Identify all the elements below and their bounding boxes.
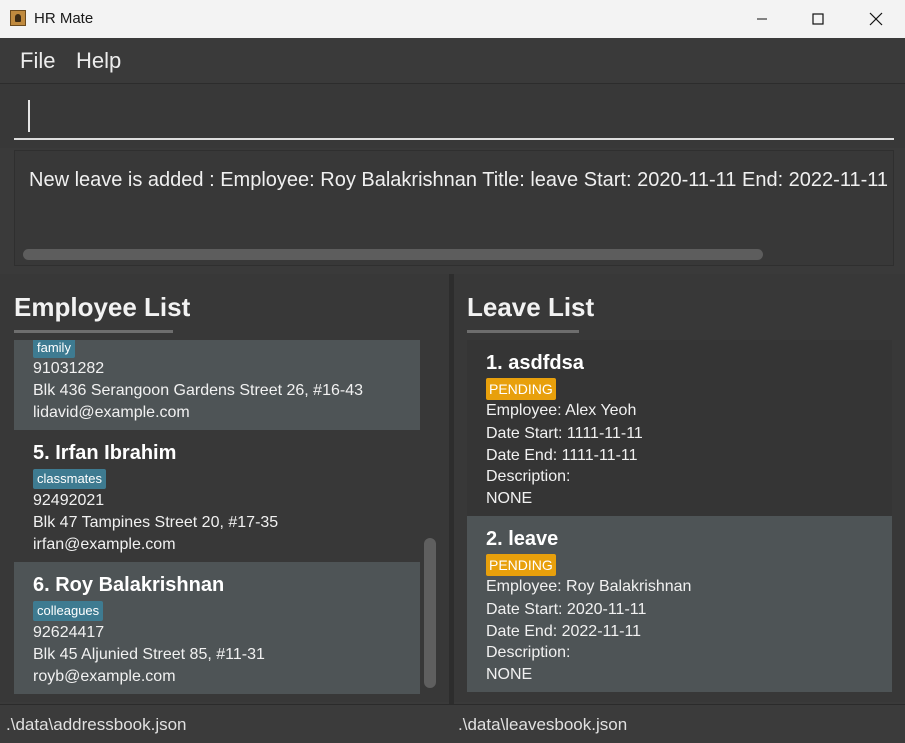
employee-list-scrollbar[interactable] bbox=[424, 538, 436, 688]
employee-phone: 91031282 bbox=[33, 360, 105, 377]
employee-tag: classmates bbox=[33, 469, 107, 489]
status-bar: .\data\addressbook.json .\data\leavesboo… bbox=[0, 704, 905, 743]
command-area bbox=[0, 83, 905, 148]
close-icon bbox=[869, 12, 883, 26]
menu-file[interactable]: File bbox=[20, 48, 55, 74]
employee-list-title: Employee List bbox=[14, 292, 191, 322]
menu-help[interactable]: Help bbox=[76, 48, 121, 74]
minimize-icon bbox=[757, 18, 767, 20]
minimize-button[interactable] bbox=[732, 0, 792, 38]
leave-card[interactable]: 2. leave PENDING Employee: Roy Balakrish… bbox=[467, 516, 892, 692]
app-icon bbox=[10, 10, 26, 26]
result-message: New leave is added : Employee: Roy Balak… bbox=[29, 169, 894, 191]
leave-title: 1. asdfdsa bbox=[486, 352, 584, 374]
leave-description-label: Description: bbox=[486, 468, 571, 485]
leave-end: Date End: 2022-11-11 bbox=[486, 623, 642, 640]
addressbook-path: .\data\addressbook.json bbox=[6, 715, 187, 734]
leave-description: NONE bbox=[486, 490, 533, 507]
leave-start: Date Start: 1111-11-11 bbox=[486, 425, 643, 442]
leave-card[interactable]: 1. asdfdsa PENDING Employee: Alex Yeoh D… bbox=[467, 340, 892, 516]
employee-tag: colleagues bbox=[33, 601, 104, 621]
maximize-icon bbox=[812, 13, 824, 25]
leave-status-badge: PENDING bbox=[486, 554, 556, 576]
leave-employee: Employee: Roy Balakrishnan bbox=[486, 578, 692, 595]
command-input[interactable] bbox=[14, 92, 894, 140]
leave-employee: Employee: Alex Yeoh bbox=[486, 402, 637, 419]
horizontal-scrollbar[interactable] bbox=[23, 249, 763, 260]
employee-address: Blk 45 Aljunied Street 85, #11-31 bbox=[33, 646, 265, 663]
employee-name: 5. Irfan Ibrahim bbox=[33, 442, 177, 464]
employee-panel: Employee List family 91031282 Blk 436 Se… bbox=[0, 274, 449, 702]
close-button[interactable] bbox=[846, 0, 905, 38]
employee-title-underline bbox=[14, 330, 173, 333]
result-display[interactable]: New leave is added : Employee: Roy Balak… bbox=[14, 150, 894, 266]
employee-card[interactable]: 5. Irfan Ibrahim classmates 92492021 Blk… bbox=[14, 430, 420, 562]
employee-card[interactable]: family 91031282 Blk 436 Serangoon Garden… bbox=[14, 340, 420, 430]
employee-email: irfan@example.com bbox=[33, 536, 176, 553]
leave-title-underline bbox=[467, 330, 579, 333]
employee-card[interactable]: 6. Roy Balakrishnan colleagues 92624417 … bbox=[14, 562, 420, 694]
leave-list[interactable]: 1. asdfdsa PENDING Employee: Alex Yeoh D… bbox=[467, 340, 892, 692]
menu-bar: File Help bbox=[0, 38, 905, 82]
text-caret bbox=[28, 100, 30, 132]
leave-description-label: Description: bbox=[486, 644, 571, 661]
employee-tag: family bbox=[33, 340, 75, 358]
employee-email: lidavid@example.com bbox=[33, 404, 190, 421]
title-bar: HR Mate bbox=[0, 0, 905, 38]
leave-start: Date Start: 2020-11-11 bbox=[486, 601, 647, 618]
employee-address: Blk 436 Serangoon Gardens Street 26, #16… bbox=[33, 382, 363, 399]
employee-phone: 92492021 bbox=[33, 492, 105, 509]
leave-title: 2. leave bbox=[486, 528, 559, 550]
leave-list-title: Leave List bbox=[467, 292, 595, 322]
employee-phone: 92624417 bbox=[33, 624, 105, 641]
leave-description: NONE bbox=[486, 666, 533, 683]
employee-address: Blk 47 Tampines Street 20, #17-35 bbox=[33, 514, 279, 531]
leave-status-badge: PENDING bbox=[486, 378, 556, 400]
leave-panel: Leave List 1. asdfdsa PENDING Employee: … bbox=[454, 274, 905, 702]
maximize-button[interactable] bbox=[788, 0, 848, 38]
leave-end: Date End: 1111-11-11 bbox=[486, 447, 638, 464]
employee-email: royb@example.com bbox=[33, 668, 176, 685]
employee-name: 6. Roy Balakrishnan bbox=[33, 574, 225, 596]
window-title: HR Mate bbox=[34, 10, 94, 27]
employee-list[interactable]: family 91031282 Blk 436 Serangoon Garden… bbox=[14, 340, 420, 694]
leavesbook-path: .\data\leavesbook.json bbox=[458, 715, 628, 734]
